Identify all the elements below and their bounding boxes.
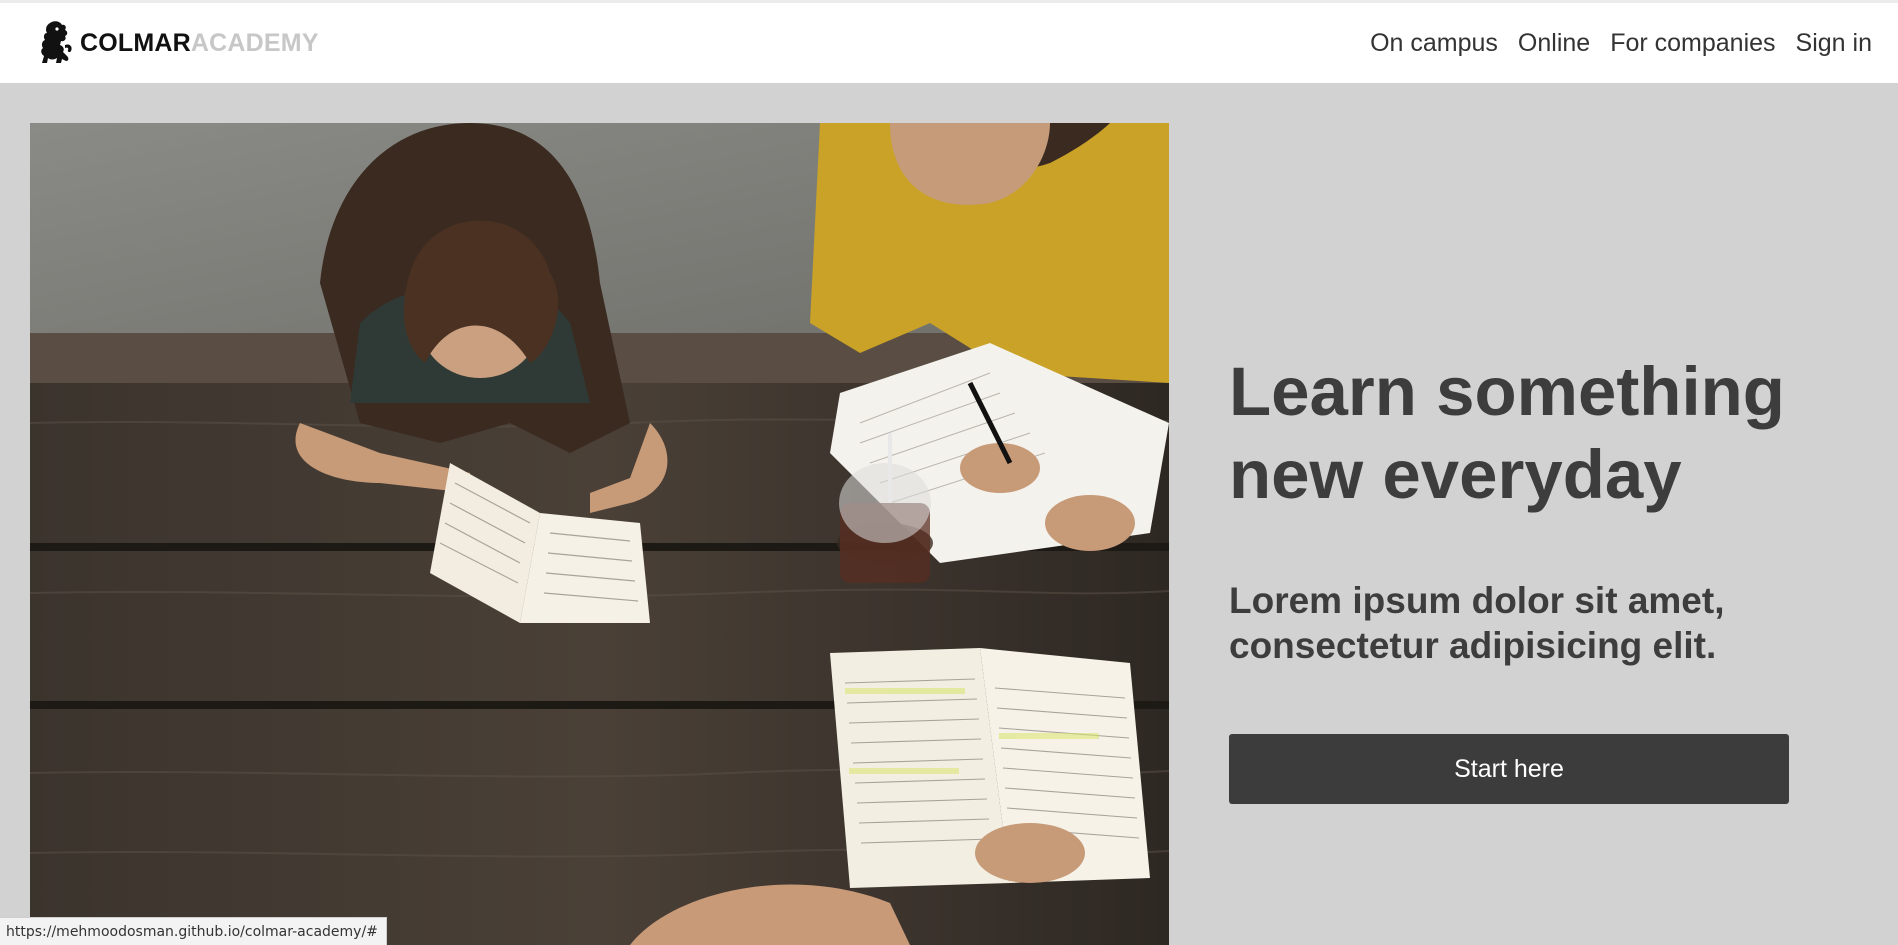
hero-image — [30, 123, 1169, 945]
start-here-button[interactable]: Start here — [1229, 734, 1789, 804]
brand-logo-link[interactable]: COLMAR ACADEMY — [36, 19, 319, 67]
main-nav: On campus Online For companies Sign in — [1350, 29, 1872, 58]
status-bar-url: https://mehmoodosman.github.io/colmar-ac… — [0, 917, 387, 945]
hero-copy: Learn something new everyday Lorem ipsum… — [1229, 350, 1849, 804]
nav-link-on-campus[interactable]: On campus — [1370, 29, 1498, 58]
lion-crest-icon — [36, 19, 76, 67]
hero-title: Learn something new everyday — [1229, 353, 1785, 513]
brand-name-primary: COLMAR — [80, 28, 191, 57]
nav-link-online[interactable]: Online — [1518, 29, 1590, 58]
nav-link-sign-in[interactable]: Sign in — [1796, 29, 1872, 58]
brand-name-secondary: ACADEMY — [190, 28, 319, 57]
site-header: COLMAR ACADEMY On campus Online For compa… — [0, 3, 1898, 83]
hero-subtitle: Lorem ipsum dolor sit amet, consectetur … — [1229, 580, 1725, 666]
nav-link-for-companies[interactable]: For companies — [1610, 29, 1775, 58]
